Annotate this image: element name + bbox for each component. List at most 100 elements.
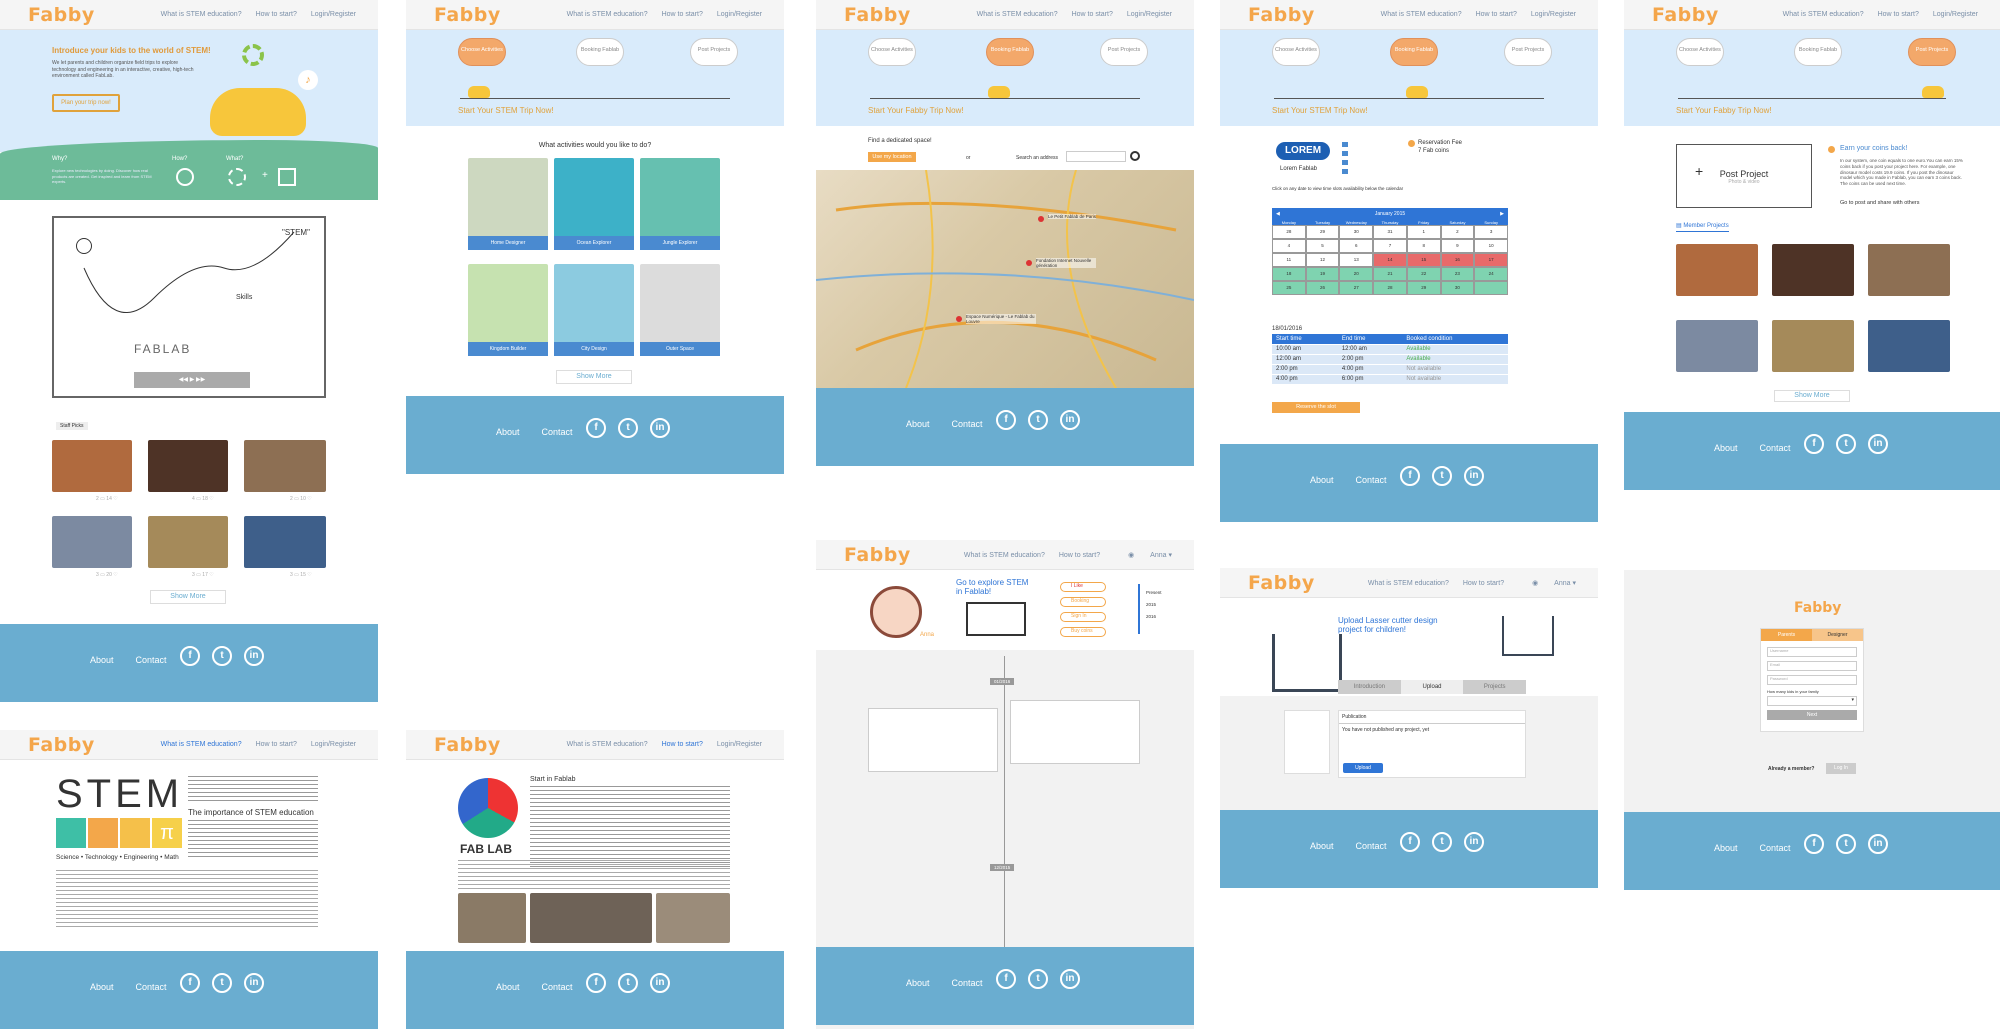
- footer-contact[interactable]: Contact: [1356, 841, 1387, 851]
- photo-thumb[interactable]: [244, 516, 326, 568]
- nav-how[interactable]: How to start?: [1463, 580, 1504, 587]
- nav-stem[interactable]: What is STEM education?: [567, 741, 648, 748]
- menu-like[interactable]: I Like: [1060, 582, 1106, 592]
- footer-about[interactable]: About: [496, 427, 520, 437]
- map-view[interactable]: Le Petit Fablab de Paris Fondation Inter…: [816, 170, 1194, 388]
- post-project-card[interactable]: + Post Project Photo & video: [1676, 144, 1812, 208]
- footer-about[interactable]: About: [906, 419, 930, 429]
- calendar[interactable]: ◀ January 2015 ▶ Monday Tuesday Wednesday Thu…: [1272, 208, 1508, 295]
- member-projects-tab[interactable]: ▤ Member Projects: [1676, 222, 1729, 232]
- logo[interactable]: Fabby: [28, 734, 95, 756]
- use-location-button[interactable]: Use my location: [868, 152, 916, 162]
- nav-login[interactable]: Login/Register: [1127, 11, 1172, 18]
- nav-how[interactable]: How to start?: [662, 11, 703, 18]
- slot-row[interactable]: 12:00 am 2:00 pm Available: [1272, 354, 1508, 365]
- tab-projects[interactable]: Projects: [1463, 680, 1526, 694]
- kids-select[interactable]: ▾: [1767, 696, 1857, 706]
- map-pin[interactable]: [1038, 216, 1044, 222]
- facebook-icon[interactable]: f: [1804, 434, 1824, 454]
- footer-about[interactable]: About: [90, 982, 114, 992]
- calendar-day[interactable]: 19: [1305, 267, 1340, 281]
- tab-introduction[interactable]: Introduction: [1338, 680, 1401, 694]
- nav-user[interactable]: ◉ Anna ▾: [1518, 580, 1576, 587]
- logo[interactable]: Fabby: [1652, 4, 1719, 26]
- slot-row[interactable]: 2:00 pm 4:00 pm Not available: [1272, 364, 1508, 375]
- video-player[interactable]: "STEM" Skills FABLAB ◀◀ ▶ ▶▶: [52, 216, 326, 398]
- calendar-day[interactable]: 12: [1305, 253, 1340, 267]
- footer-contact[interactable]: Contact: [952, 419, 983, 429]
- calendar-day[interactable]: 18: [1272, 267, 1306, 281]
- calendar-day[interactable]: 4: [1272, 239, 1306, 253]
- project-thumb[interactable]: [1772, 320, 1854, 372]
- calendar-day[interactable]: 16: [1440, 253, 1475, 267]
- nav-how[interactable]: How to start?: [662, 741, 703, 748]
- nav-stem[interactable]: What is STEM education?: [567, 11, 648, 18]
- step-choose[interactable]: Choose Activities: [868, 38, 916, 66]
- fablab-photo[interactable]: [458, 893, 526, 943]
- footer-contact[interactable]: Contact: [542, 982, 573, 992]
- search-icon[interactable]: [1130, 151, 1140, 161]
- trip-cta[interactable]: Start Your Fabby Trip Now!: [1676, 106, 1772, 115]
- explore-title[interactable]: Go to explore STEM in Fablab!: [956, 578, 1036, 596]
- calendar-day[interactable]: 3: [1474, 225, 1508, 239]
- slot-row[interactable]: 10:00 am 12:00 am Available: [1272, 344, 1508, 355]
- year-scroller[interactable]: [1138, 584, 1140, 634]
- calendar-day[interactable]: 1: [1406, 225, 1441, 239]
- facebook-icon[interactable]: f: [180, 973, 200, 993]
- linkedin-icon[interactable]: in: [1464, 832, 1484, 852]
- facebook-icon[interactable]: f: [1400, 466, 1420, 486]
- nav-stem[interactable]: What is STEM education?: [161, 11, 242, 18]
- calendar-day[interactable]: 7: [1373, 239, 1407, 253]
- prev-month-icon[interactable]: ◀: [1276, 208, 1280, 220]
- nav-stem[interactable]: What is STEM education?: [1368, 580, 1449, 587]
- twitter-icon[interactable]: t: [618, 418, 638, 438]
- menu-sign-in[interactable]: Sign In: [1060, 612, 1106, 622]
- activity-card[interactable]: City Design: [554, 264, 634, 356]
- calendar-day[interactable]: 2: [1440, 225, 1475, 239]
- step-post[interactable]: Post Projects: [1504, 38, 1552, 66]
- nav-login[interactable]: Login/Register: [717, 11, 762, 18]
- nav-user[interactable]: ◉ Anna ▾: [1114, 552, 1172, 559]
- twitter-icon[interactable]: t: [212, 973, 232, 993]
- twitter-icon[interactable]: t: [618, 973, 638, 993]
- twitter-icon[interactable]: t: [1836, 834, 1856, 854]
- menu-buy-coins[interactable]: Buy coins: [1060, 627, 1106, 637]
- step-choose[interactable]: Choose Activities: [458, 38, 506, 66]
- facebook-icon[interactable]: f: [1804, 834, 1824, 854]
- nav-login[interactable]: Login/Register: [717, 741, 762, 748]
- activity-card[interactable]: Jungle Explorer: [640, 158, 720, 250]
- show-more-button[interactable]: Show More: [150, 590, 226, 604]
- calendar-day[interactable]: 14: [1373, 253, 1407, 267]
- email-field[interactable]: Email: [1767, 661, 1857, 671]
- nav-how[interactable]: How to start?: [256, 741, 297, 748]
- nav-login[interactable]: Login/Register: [311, 11, 356, 18]
- logo[interactable]: Fabby: [844, 544, 911, 566]
- logo[interactable]: Fabby: [1248, 4, 1315, 26]
- footer-about[interactable]: About: [906, 978, 930, 988]
- year-2015[interactable]: 2015: [1146, 602, 1156, 607]
- timeline-card[interactable]: [868, 708, 998, 772]
- calendar-day[interactable]: 28: [1373, 281, 1407, 295]
- project-thumb[interactable]: [1676, 244, 1758, 296]
- footer-about[interactable]: About: [90, 655, 114, 665]
- step-booking[interactable]: Booking Fablab: [1390, 38, 1438, 66]
- facebook-icon[interactable]: f: [1400, 832, 1420, 852]
- calendar-day[interactable]: 8: [1406, 239, 1441, 253]
- trip-cta[interactable]: Start Your STEM Trip Now!: [458, 106, 554, 115]
- show-more-button[interactable]: Show More: [1774, 390, 1850, 402]
- activity-card[interactable]: Ocean Explorer: [554, 158, 634, 250]
- twitter-icon[interactable]: t: [212, 646, 232, 666]
- footer-contact[interactable]: Contact: [1760, 443, 1791, 453]
- tab-upload[interactable]: Upload: [1400, 680, 1464, 694]
- step-post[interactable]: Post Projects: [1100, 38, 1148, 66]
- project-thumb[interactable]: [1868, 320, 1950, 372]
- year-present[interactable]: Present: [1146, 590, 1162, 595]
- nav-stem[interactable]: What is STEM education?: [161, 741, 242, 748]
- password-field[interactable]: Password: [1767, 675, 1857, 685]
- footer-about[interactable]: About: [1714, 843, 1738, 853]
- project-thumb[interactable]: [1676, 320, 1758, 372]
- year-2016[interactable]: 2016: [1146, 614, 1156, 619]
- calendar-day[interactable]: 25: [1272, 281, 1306, 295]
- trip-cta[interactable]: Start Your STEM Trip Now!: [1272, 106, 1368, 115]
- login-button[interactable]: Log In: [1826, 763, 1856, 774]
